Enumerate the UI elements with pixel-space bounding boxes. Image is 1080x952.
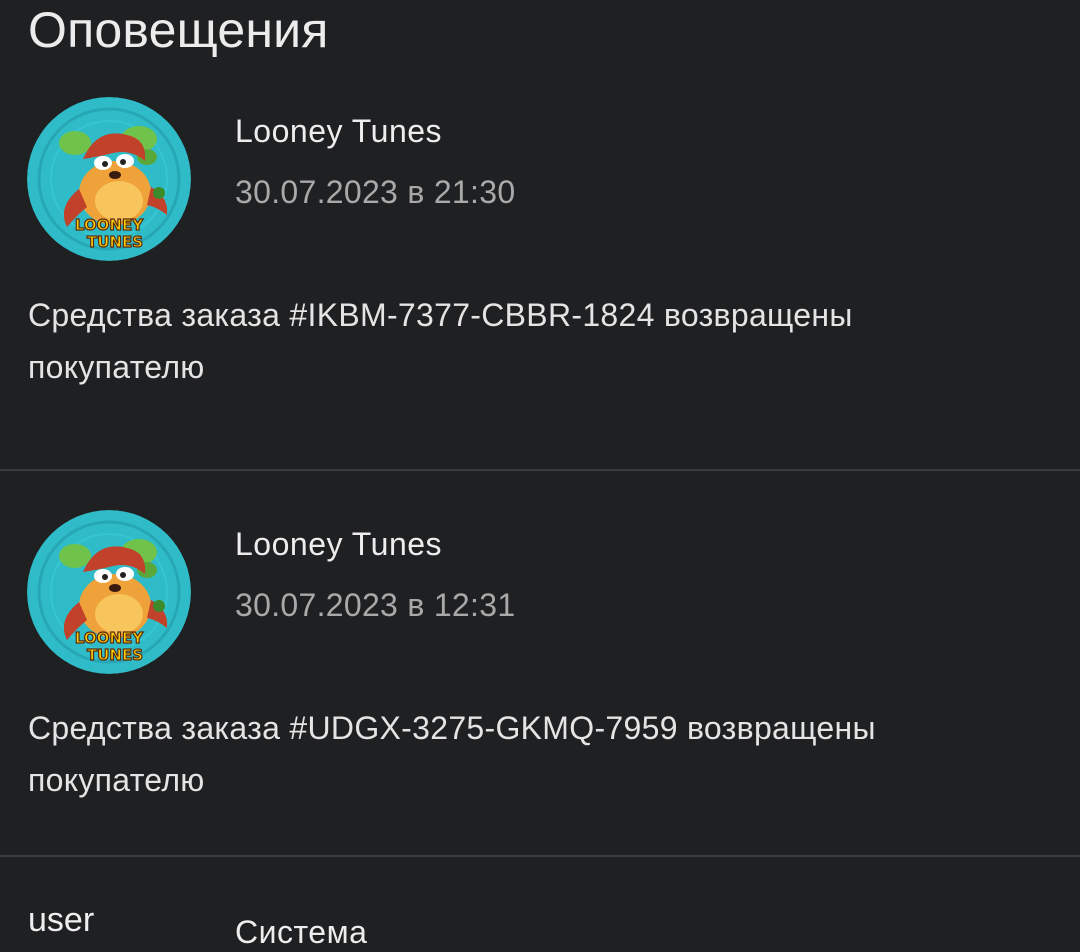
divider [0,855,1080,857]
looney-tunes-avatar[interactable]: LOONEY TUNES [27,97,191,261]
notification-sender: Система [235,914,368,950]
notification-message: Средства заказа #IKBM-7377-CBBR-1824 воз… [28,297,853,385]
page-title: Оповещения [28,2,329,58]
notification-time: 30.07.2023 в 21:30 [235,174,516,210]
looney-tunes-avatar[interactable]: LOONEY TUNES [27,510,191,674]
notification-sender: Looney Tunes [235,526,443,562]
avatar-logo-text-line2: TUNES [87,233,143,251]
divider [0,469,1080,471]
notification-message: Средства заказа #UDGX-3275-GKMQ-7959 воз… [28,710,876,798]
notification-time: 30.07.2023 в 12:31 [235,587,516,623]
avatar-logo-text-line2: TUNES [87,646,143,664]
notification-sender: Looney Tunes [235,113,443,149]
avatar-logo-text-line1: LOONEY [75,629,144,647]
avatar-logo-text-line1: LOONEY [75,216,144,234]
avatar-alt-text: user [28,901,95,939]
